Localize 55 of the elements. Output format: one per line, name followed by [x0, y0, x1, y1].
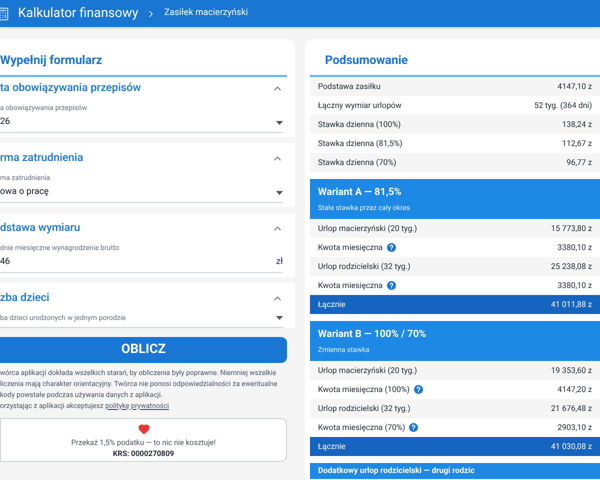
row-label: Stawka dzienna (100%)	[318, 118, 401, 130]
dropdown-arrow-icon	[276, 121, 283, 125]
total-label: Łącznie	[318, 298, 346, 310]
app-title[interactable]: Kalkulator finansowy	[18, 4, 138, 24]
section-title: rma zatrudnienia	[0, 150, 84, 166]
row-value: 4147,10 z	[557, 80, 592, 92]
summary-title: Podsumowanie	[325, 53, 408, 67]
row-value: 19 353,60 z	[551, 364, 592, 376]
total-label: Łącznie	[318, 440, 346, 452]
breadcrumb[interactable]: Zasiłek macierzyński	[164, 6, 248, 20]
row-label: Podstawa zasiłku	[318, 80, 381, 92]
total-value: 41 030,08 z	[551, 440, 592, 452]
calculate-button[interactable]: OBLICZ	[0, 336, 287, 362]
row-value: 96,77 z	[566, 156, 592, 168]
row-label: Łączny wymiar urlopów	[318, 100, 402, 112]
row-label: Kwota miesięczna (70%)	[318, 422, 406, 434]
row-label: Stawka dzienna (70%)	[318, 156, 396, 168]
calculator-icon[interactable]	[0, 6, 10, 20]
section-title: zba dzieci	[0, 290, 50, 306]
section-title: ta obowiązywania przepisów	[0, 80, 141, 96]
currency-suffix: zł	[276, 256, 283, 268]
row-label: Urlop macierzyński (20 tyg.)	[318, 222, 418, 234]
row-value: 25 238,08 z	[551, 260, 592, 272]
row-value: 112,67 z	[562, 138, 592, 150]
row-label: Stawka dzienna (81,5%)	[318, 138, 402, 150]
variant-title: Wariant B — 100% / 70%	[318, 328, 428, 342]
row-label: Kwota miesięczna (100%)	[318, 384, 410, 396]
section-title: dstawa wymiaru	[0, 220, 80, 236]
row-value: 15 773,80 z	[551, 222, 592, 234]
dropdown-arrow-icon	[276, 316, 283, 320]
row-value: 52 tyg. (364 dni)	[534, 100, 592, 112]
help-icon[interactable]	[386, 281, 396, 290]
row-value: 138,24 z	[562, 118, 592, 130]
field-value: owa o pracę	[0, 186, 50, 198]
row-label: Kwota miesięczna	[318, 280, 383, 292]
row-value: 3380,10 z	[557, 242, 592, 254]
row-label: Urlop rodzicielski (32 tyg.)	[318, 260, 410, 272]
form-title: Wypełnij formularz	[0, 53, 102, 67]
total-value: 41 011,88 z	[551, 298, 592, 310]
row-value: 2903,10 z	[557, 422, 592, 434]
heart-icon	[138, 422, 150, 434]
field-value: 26	[0, 116, 12, 128]
variant-title: Wariant A — 81,5%	[318, 186, 402, 200]
help-icon[interactable]	[386, 243, 396, 252]
row-label: Urlop macierzyński (20 tyg.)	[318, 364, 418, 376]
row-label: Kwota miesięczna	[318, 242, 383, 254]
row-value: 4147,20 z	[557, 384, 592, 396]
dropdown-arrow-icon	[276, 191, 283, 195]
row-label: Urlop rodzicielski (32 tyg.)	[318, 402, 410, 414]
help-icon[interactable]	[414, 385, 423, 394]
row-value: 21 676,48 z	[551, 402, 592, 414]
row-value: 3380,10 z	[557, 280, 592, 292]
help-icon[interactable]	[409, 423, 418, 432]
field-value: 46	[0, 256, 12, 268]
section-heading: Dodatkowy urlop rodzicielski — drugi rodzic	[318, 465, 475, 477]
